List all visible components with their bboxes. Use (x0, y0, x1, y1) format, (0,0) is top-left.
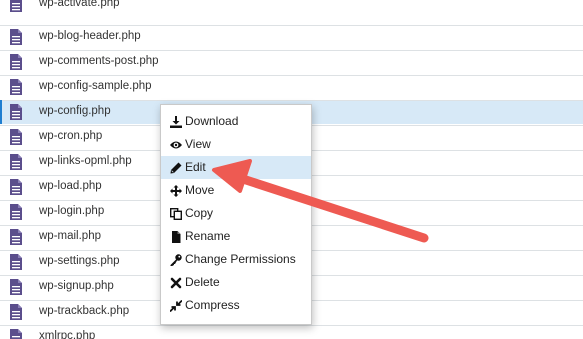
compress-icon (170, 300, 182, 312)
file-name: wp-login.php (39, 205, 105, 217)
document-icon (10, 79, 22, 95)
document-icon (10, 104, 22, 120)
document-icon (10, 179, 22, 195)
file-name: wp-comments-post.php (39, 55, 159, 67)
pencil-icon (170, 162, 182, 174)
menu-item-compress[interactable]: Compress (161, 294, 311, 317)
document-icon (10, 254, 22, 270)
document-icon (10, 279, 22, 295)
menu-item-move[interactable]: Move (161, 179, 311, 202)
file-row[interactable]: xmlrpc.php (0, 325, 583, 339)
file-name: wp-blog-header.php (39, 30, 141, 42)
file-row[interactable]: wp-comments-post.php (0, 50, 583, 74)
document-icon (10, 304, 22, 320)
menu-item-copy[interactable]: Copy (161, 202, 311, 225)
download-icon (170, 116, 182, 128)
file-name: wp-settings.php (39, 255, 120, 267)
x-icon (170, 277, 182, 289)
file-name: wp-signup.php (39, 280, 114, 292)
document-icon (10, 54, 22, 70)
menu-item-label: Compress (185, 298, 240, 312)
document-icon (10, 129, 22, 145)
copy-icon (170, 208, 182, 220)
document-icon (10, 29, 22, 45)
file-name: wp-trackback.php (39, 305, 130, 317)
menu-item-label: Edit (185, 160, 206, 174)
file-name: xmlrpc.php (39, 330, 96, 339)
document-icon (10, 329, 22, 339)
menu-item-label: Move (185, 183, 215, 197)
menu-item-label: Rename (185, 229, 231, 243)
menu-item-label: Download (185, 114, 239, 128)
menu-item-edit[interactable]: Edit (161, 156, 311, 179)
file-row[interactable]: wp-config-sample.php (0, 75, 583, 99)
menu-item-view[interactable]: View (161, 133, 311, 156)
menu-item-delete[interactable]: Delete (161, 271, 311, 294)
menu-item-label: View (185, 137, 211, 151)
key-icon (170, 254, 182, 266)
file-name: wp-mail.php (39, 230, 101, 242)
file-name: wp-config.php (39, 105, 111, 117)
context-menu: Download View Edit Move Copy Rename Chan… (160, 104, 312, 325)
menu-item-change-permissions[interactable]: Change Permissions (161, 248, 311, 271)
menu-item-label: Delete (185, 275, 220, 289)
file-name: wp-activate.php (39, 0, 120, 9)
document-icon (10, 204, 22, 220)
file-name: wp-config-sample.php (39, 80, 152, 92)
file-row[interactable]: wp-activate.php (0, 0, 583, 16)
document-icon (10, 154, 22, 170)
file-name: wp-links-opml.php (39, 155, 132, 167)
menu-item-label: Change Permissions (185, 252, 296, 266)
document-icon (10, 0, 22, 12)
menu-item-download[interactable]: Download (161, 110, 311, 133)
file-row[interactable]: wp-blog-header.php (0, 25, 583, 49)
menu-item-rename[interactable]: Rename (161, 225, 311, 248)
document-icon (10, 229, 22, 245)
menu-item-label: Copy (185, 206, 214, 220)
file-icon (172, 231, 181, 243)
move-arrows-icon (170, 185, 182, 197)
file-name: wp-load.php (39, 180, 102, 192)
eye-icon (170, 141, 182, 149)
file-name: wp-cron.php (39, 130, 103, 142)
